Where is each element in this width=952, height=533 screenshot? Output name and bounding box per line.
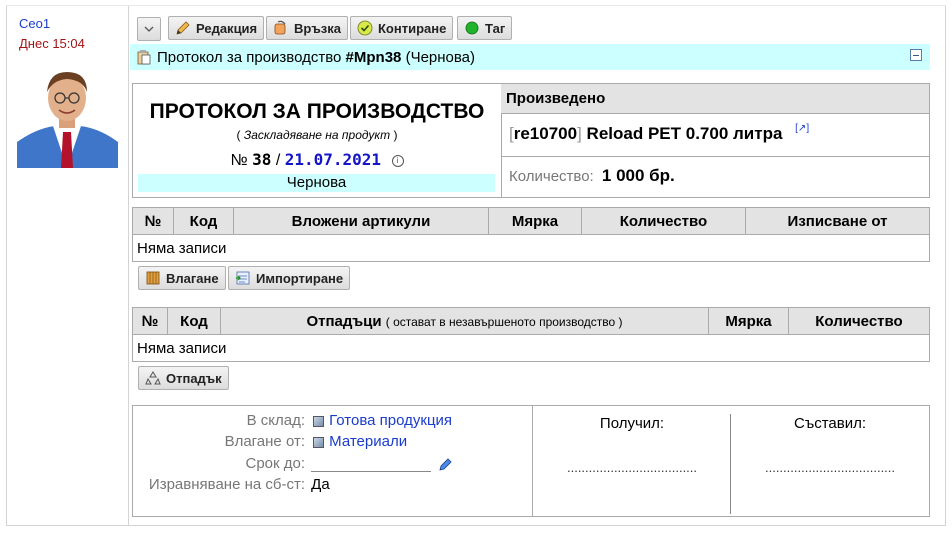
add-waste-label: Отпадък [166, 370, 222, 386]
col-articles: Вложени артикули [233, 207, 489, 235]
post-time: Днес 15:04 [19, 36, 85, 51]
produced-quantity: Количество: 1 000 бр. [501, 157, 929, 197]
document-title-bar: Протокол за производство #Mpn38 (Чернова… [130, 44, 930, 70]
document-title: ПРОТОКОЛ ЗА ПРОИЗВОДСТВО [149, 100, 485, 123]
signature-line: .................................... [566, 460, 698, 475]
store-link[interactable]: Готова продукция [313, 412, 452, 429]
empty-row: Няма записи [132, 234, 930, 262]
more-menu-button[interactable] [137, 17, 161, 41]
check-circle-icon [357, 20, 373, 36]
document-date: 21.07.2021 [284, 150, 382, 169]
add-waste-button[interactable]: Отпадък [138, 366, 229, 390]
col-waste: Отпадъци ( остават в незавършеното произ… [220, 307, 709, 335]
link-label: Връзка [294, 20, 342, 36]
add-input-button[interactable]: Влагане [138, 266, 226, 290]
col-code: Код [173, 207, 234, 235]
produced-panel: Произведено [re10700] Reload PET 0.700 л… [501, 84, 929, 197]
col-code: Код [167, 307, 221, 335]
quantity-label: Количество: [509, 168, 594, 185]
footer-fields: В склад: Готова продукция Влагане от: Ма… [133, 406, 533, 516]
collapse-icon[interactable] [910, 49, 922, 61]
post-label: Контиране [378, 20, 447, 36]
product-name[interactable]: Reload PET 0.700 литра [587, 124, 783, 143]
composed-signature: Съставил: ..............................… [731, 406, 929, 516]
crate-icon [146, 271, 160, 285]
document-header: ПРОТОКОЛ ЗА ПРОИЗВОДСТВО ( Заскладяване … [132, 83, 930, 198]
produced-title: Произведено [501, 84, 929, 114]
doc-handle: #Mpn38 [345, 48, 402, 66]
inputs-table: № Код Вложени артикули Мярка Количество … [132, 207, 930, 262]
received-label: Получил: [599, 415, 665, 432]
input-from-row: Влагане от: Материали [224, 433, 408, 450]
tag-button[interactable]: Таг [457, 16, 513, 40]
edit-button[interactable]: Редакция [168, 16, 265, 40]
author-column: Ceo1 Днес 15:04 [7, 6, 129, 525]
chevron-down-icon [144, 26, 154, 32]
pencil-icon [176, 21, 190, 35]
input-from-link[interactable]: Материали [313, 433, 407, 450]
col-number: № [132, 307, 168, 335]
green-dot-icon [465, 21, 479, 35]
edit-label: Редакция [196, 20, 258, 36]
doc-state: (Чернова) [405, 48, 476, 66]
info-icon[interactable]: i [391, 154, 404, 167]
document-footer: В склад: Готова продукция Влагане от: Ма… [132, 405, 930, 517]
post-button[interactable]: Контиране [350, 16, 454, 40]
document-subtitle: ( Заскладяване на продукт ) [236, 128, 398, 142]
add-input-label: Влагане [166, 270, 219, 286]
col-unit: Мярка [488, 207, 582, 235]
external-link-icon[interactable]: [↗] [795, 123, 809, 134]
received-signature: Получил: ...............................… [533, 406, 731, 516]
waste-note: ( остават в незавършеното производство ) [385, 314, 623, 329]
col-quantity: Количество [788, 307, 930, 335]
recycle-icon [145, 371, 161, 385]
clipboard-icon [137, 50, 151, 65]
import-button[interactable]: Импортиране [228, 266, 351, 290]
deadline-row: Срок до: [133, 455, 453, 475]
pencil-icon[interactable] [439, 457, 453, 471]
store-row: В склад: Готова продукция [246, 412, 453, 429]
import-icon [236, 271, 250, 285]
quantity-value: 1 000 бр. [601, 166, 675, 185]
deadline-field[interactable] [311, 457, 432, 472]
doc-title-prefix: Протокол за производство [157, 48, 342, 66]
author-name[interactable]: Ceo1 [19, 16, 50, 31]
number-separator: / [275, 152, 281, 169]
document-number-line: № 38 / 21.07.2021 i [133, 150, 501, 170]
avatar [17, 62, 118, 168]
col-write-off: Изписване от [745, 207, 930, 235]
waste-table: № Код Отпадъци ( остават в незавършеното… [132, 307, 930, 362]
import-label: Импортиране [256, 270, 344, 286]
equalize-value: Да [311, 476, 330, 493]
col-unit: Мярка [708, 307, 789, 335]
link-button[interactable]: Връзка [266, 16, 349, 40]
state-badge: Чернова [138, 174, 495, 192]
link-icon [274, 20, 286, 35]
number-prefix: № [230, 152, 248, 169]
store-icon [313, 436, 325, 448]
header-left: ПРОТОКОЛ ЗА ПРОИЗВОДСТВО ( Заскладяване … [133, 84, 502, 197]
empty-row: Няма записи [132, 334, 930, 362]
produced-product: [re10700] Reload PET 0.700 литра [↗] [501, 114, 929, 157]
document-number: 38 [252, 150, 272, 169]
col-number: № [132, 207, 174, 235]
col-quantity: Количество [581, 207, 746, 235]
signature-line: .................................... [764, 460, 896, 475]
equalize-row: Изравняване на сб-ст: Да [148, 476, 330, 493]
store-icon [313, 415, 325, 427]
composed-label: Съставил: [793, 415, 867, 432]
product-code[interactable]: re10700 [514, 124, 577, 143]
tag-label: Таг [485, 20, 506, 36]
